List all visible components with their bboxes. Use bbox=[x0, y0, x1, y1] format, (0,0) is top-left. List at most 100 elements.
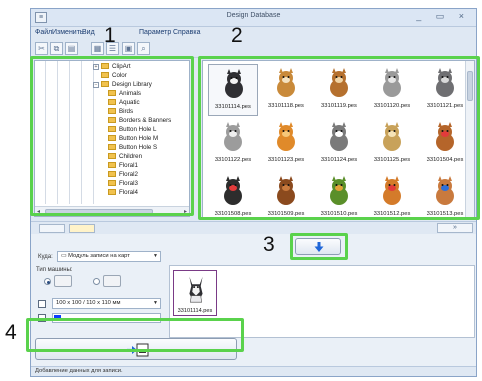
tree-node-floral3[interactable]: Floral3 bbox=[108, 179, 138, 188]
design-thumbnail[interactable]: 33101114.pes bbox=[208, 64, 258, 116]
design-thumbnail[interactable]: 33101513.pes bbox=[420, 172, 470, 219]
status-bar: Добавление данных для записи. bbox=[31, 366, 476, 376]
design-thumbnail[interactable]: 33101508.pes bbox=[208, 172, 258, 219]
menu-help[interactable]: Справка bbox=[173, 29, 200, 36]
paste-icon[interactable]: ▤ bbox=[65, 42, 78, 55]
menu-view[interactable]: Вид bbox=[82, 29, 95, 36]
design-thumbnail[interactable]: 33101510.pes bbox=[314, 172, 364, 219]
screenshot-root: ≡ Design Database _ ▭ × Файл Изменить Ви… bbox=[0, 0, 482, 381]
folder-tree[interactable]: + ClipArt Color − Design Library Animals A… bbox=[34, 60, 190, 217]
tree-node-design-library[interactable]: − Design Library bbox=[93, 80, 152, 89]
collapse-icon[interactable]: − bbox=[93, 82, 99, 88]
tree-node-children[interactable]: Children bbox=[108, 152, 142, 161]
window-title: Design Database bbox=[226, 12, 281, 19]
folder-icon bbox=[108, 90, 116, 96]
design-filename: 33101513.pes bbox=[426, 211, 464, 217]
menu-file[interactable]: Файл bbox=[35, 29, 52, 36]
tree-node-button-hole-s[interactable]: Button Hole S bbox=[108, 143, 157, 152]
callout-3: 3 bbox=[263, 233, 275, 256]
tree-node-label: Borders & Banners bbox=[119, 117, 172, 124]
design-filename: 33101512.pes bbox=[373, 211, 411, 217]
menu-option[interactable]: Параметр bbox=[139, 29, 171, 36]
tree-node-birds[interactable]: Birds bbox=[108, 107, 133, 116]
destination-value: Модуль записи на карт bbox=[68, 253, 130, 259]
tree-node-label: Button Hole L bbox=[119, 126, 157, 133]
machine-type-radio-2[interactable] bbox=[93, 278, 100, 285]
design-thumbnail[interactable]: 33101504.pes bbox=[420, 118, 470, 170]
tree-node-label: ClipArt bbox=[112, 63, 131, 70]
scroll-thumb[interactable] bbox=[467, 71, 473, 101]
expand-icon[interactable]: + bbox=[93, 64, 99, 70]
design-filename: 33101123.pes bbox=[267, 157, 305, 163]
write-card-icon bbox=[127, 343, 149, 357]
design-thumbnail[interactable]: 33101121.pes bbox=[420, 64, 470, 116]
tree-node-borders-banners[interactable]: Borders & Banners bbox=[108, 116, 171, 125]
design-filename: 33101119.pes bbox=[321, 103, 357, 109]
hoop-size-value: 100 x 100 / 110 x 110 мм bbox=[56, 300, 121, 306]
design-filename: 33101510.pes bbox=[320, 211, 358, 217]
design-thumbnail[interactable]: 33101125.pes bbox=[367, 118, 417, 170]
menu-edit[interactable]: Изменить bbox=[52, 29, 84, 36]
tree-node-aquatic[interactable]: Aquatic bbox=[108, 98, 140, 107]
expand-panel-button[interactable]: » bbox=[437, 223, 473, 233]
tree-node-floral2[interactable]: Floral2 bbox=[108, 170, 138, 179]
folder-icon bbox=[108, 162, 116, 168]
tree-node-animals[interactable]: Animals bbox=[108, 89, 141, 98]
tree-node-label: Floral3 bbox=[119, 180, 138, 187]
cut-icon[interactable]: ✂ bbox=[35, 42, 48, 55]
menu-bar: Файл Изменить Вид Параметр Справка bbox=[31, 27, 476, 40]
scroll-thumb[interactable] bbox=[45, 209, 153, 214]
bear-with-balloon-icon bbox=[383, 176, 401, 205]
tree-node-clipart[interactable]: + ClipArt bbox=[93, 62, 131, 71]
queue-item[interactable]: 33101114.pes bbox=[173, 270, 217, 316]
orange-cat-icon bbox=[277, 122, 295, 151]
search-icon[interactable]: ⌕ bbox=[137, 42, 150, 55]
design-thumbnail[interactable]: 33101120.pes bbox=[367, 64, 417, 116]
tree-node-label: Children bbox=[119, 153, 143, 160]
design-filename: 33101125.pes bbox=[373, 157, 411, 163]
queue-item-filename: 33101114.pes bbox=[177, 308, 213, 314]
tree-node-floral4[interactable]: Floral4 bbox=[108, 188, 138, 197]
callout-4: 4 bbox=[5, 321, 17, 344]
scroll-right-icon[interactable]: ▸ bbox=[184, 208, 187, 215]
design-filename: 33101124.pes bbox=[320, 157, 358, 163]
dancing-animal-icon bbox=[224, 176, 242, 205]
tree-horizontal-scrollbar[interactable]: ◂ ▸ bbox=[35, 206, 189, 216]
tree-node-color[interactable]: Color bbox=[101, 71, 127, 80]
window-controls[interactable]: _ ▭ × bbox=[416, 11, 470, 22]
add-to-queue-button[interactable] bbox=[295, 238, 341, 255]
write-queue[interactable]: 33101114.pes bbox=[169, 265, 475, 338]
machine-type-label: Тип машины: bbox=[36, 267, 73, 273]
tree-node-button-hole-m[interactable]: Button Hole M bbox=[108, 134, 158, 143]
properties-icon[interactable]: ▣ bbox=[122, 42, 135, 55]
design-thumbnail[interactable]: 33101118.pes bbox=[261, 64, 311, 116]
copy-icon[interactable]: ⧉ bbox=[50, 42, 63, 55]
design-thumbnail[interactable]: 33101122.pes bbox=[208, 118, 258, 170]
destination-select[interactable]: ▭ Модуль записи на карт ▼ bbox=[57, 251, 161, 262]
folder-icon bbox=[108, 99, 116, 105]
tree-node-label: Floral1 bbox=[119, 162, 138, 169]
lower-tab-1[interactable] bbox=[39, 224, 65, 233]
view-grid-icon[interactable]: ▦ bbox=[91, 42, 104, 55]
design-thumbnail[interactable]: 33101119.pes bbox=[314, 64, 364, 116]
design-thumbnail[interactable]: 33101512.pes bbox=[367, 172, 417, 219]
design-thumbnail[interactable]: 33101124.pes bbox=[314, 118, 364, 170]
machine-type-radio-1[interactable] bbox=[44, 278, 51, 285]
grid-vertical-scrollbar[interactable] bbox=[465, 61, 474, 219]
teddy-bear-icon bbox=[277, 176, 295, 205]
write-to-card-button[interactable] bbox=[35, 338, 237, 360]
tree-node-label: Floral4 bbox=[119, 189, 138, 196]
design-filename: 33101508.pes bbox=[214, 211, 252, 217]
folder-icon bbox=[108, 126, 116, 132]
design-thumbnail[interactable]: 33101123.pes bbox=[261, 118, 311, 170]
hoop-size-select[interactable]: 100 x 100 / 110 x 110 мм ▼ bbox=[52, 298, 161, 309]
tree-node-button-hole-l[interactable]: Button Hole L bbox=[108, 125, 157, 134]
scroll-left-icon[interactable]: ◂ bbox=[37, 208, 40, 215]
tree-guide bbox=[45, 61, 46, 204]
tree-node-label: Birds bbox=[119, 108, 134, 115]
tree-node-floral1[interactable]: Floral1 bbox=[108, 161, 138, 170]
hoop-icon bbox=[38, 300, 46, 308]
design-thumbnail[interactable]: 33101509.pes bbox=[261, 172, 311, 219]
lower-tab-2[interactable] bbox=[69, 224, 95, 233]
design-thumbnail-grid[interactable]: 33101114.pes 33101118.pes 33101119.pes 3310… bbox=[202, 60, 475, 220]
